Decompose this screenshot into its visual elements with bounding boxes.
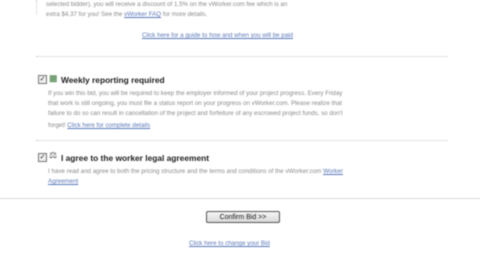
reporting-text-line3: failure to do so can result in cancellat… xyxy=(48,110,343,117)
page-divider xyxy=(0,198,480,199)
agreement-text-prefix: I have read and agree to both the pricin… xyxy=(48,168,322,175)
calendar-icon: ▦ xyxy=(49,73,58,83)
confirm-bid-button[interactable]: Confirm Bid >> xyxy=(206,211,280,223)
legal-agreement-title: I agree to the worker legal agreement xyxy=(61,153,210,163)
scales-icon: ⚖ xyxy=(49,150,58,160)
weekly-reporting-checkbox[interactable]: ✓ xyxy=(38,75,47,84)
reporting-text-line2: that work is still ongoing, you must fil… xyxy=(48,100,342,107)
complete-details-link[interactable]: Click here for complete details xyxy=(67,122,150,129)
section-divider xyxy=(36,140,448,141)
discount-text-line1: selected bidder), you will receive a dis… xyxy=(46,1,288,8)
reporting-text-forget: forget! xyxy=(48,122,66,129)
section-divider xyxy=(36,56,448,57)
legal-agreement-checkbox[interactable]: ✓ xyxy=(38,153,47,162)
vworker-faq-link[interactable]: vWorker FAQ xyxy=(124,11,161,18)
discount-text-prefix: extra $4.37 for you! See the xyxy=(46,11,123,18)
weekly-reporting-title: Weekly reporting required xyxy=(61,75,165,85)
worker-agreement-link-cont[interactable]: Agreement xyxy=(48,178,78,185)
section-border xyxy=(36,0,37,14)
change-bid-link[interactable]: Click here to change your Bid xyxy=(189,240,270,247)
reporting-text-line4: forget! Click here for complete details xyxy=(48,122,150,129)
agreement-text-line1: I have read and agree to both the pricin… xyxy=(48,168,343,175)
discount-text-suffix: for more details. xyxy=(162,11,208,18)
payment-guide-link[interactable]: Click here for a guide to how and when y… xyxy=(142,32,293,39)
discount-text-line2: extra $4.37 for you! See the vWorker FAQ… xyxy=(46,11,207,18)
worker-agreement-link[interactable]: Worker xyxy=(323,168,343,175)
reporting-text-line1: If you win this bid, you will be require… xyxy=(48,90,343,97)
